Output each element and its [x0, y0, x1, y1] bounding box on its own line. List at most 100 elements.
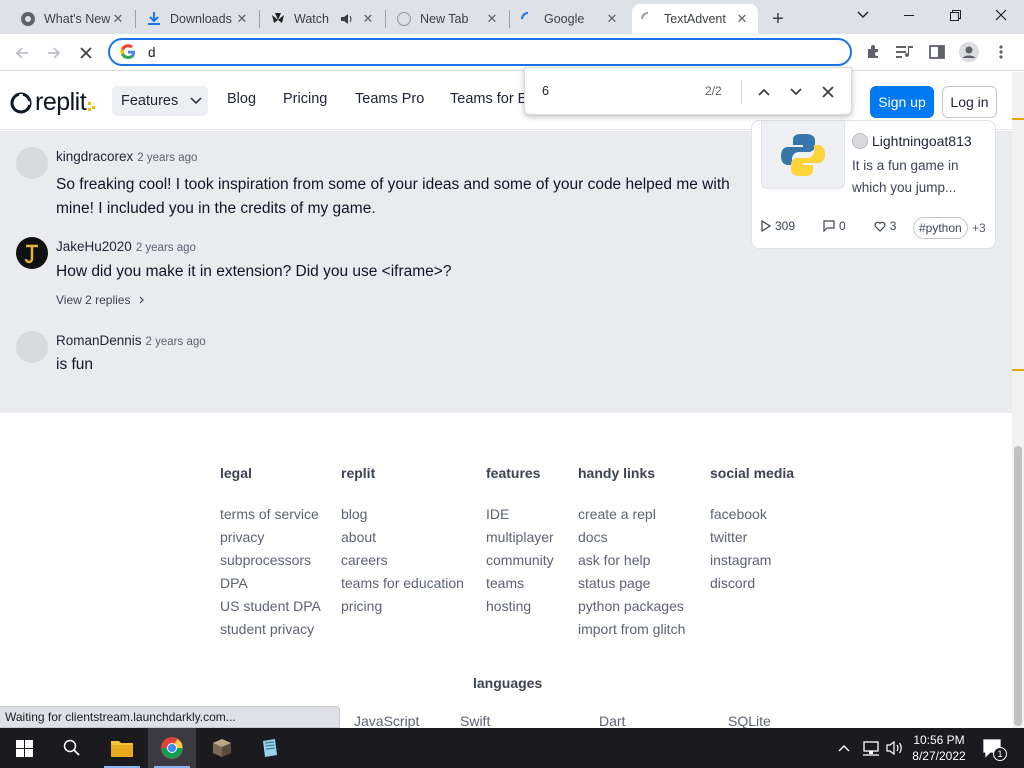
- language-link[interactable]: Swift: [460, 713, 490, 729]
- nav-blog[interactable]: Blog: [227, 91, 256, 107]
- view-replies-link[interactable]: View 2 replies: [56, 293, 146, 307]
- new-tab-button[interactable]: +: [764, 4, 792, 34]
- footer-link[interactable]: instagram: [710, 549, 794, 572]
- minimize-icon[interactable]: [886, 0, 932, 30]
- tag-python[interactable]: #python: [913, 217, 968, 239]
- nav-teams-for-education[interactable]: Teams for E: [450, 91, 527, 107]
- file-explorer-icon[interactable]: [98, 728, 146, 768]
- language-link[interactable]: Dart: [599, 713, 625, 729]
- footer-link[interactable]: subprocessors: [220, 549, 321, 572]
- chrome-taskbar-icon[interactable]: [148, 728, 196, 768]
- forward-icon[interactable]: [40, 39, 68, 67]
- language-link[interactable]: JavaScript: [354, 713, 419, 729]
- footer-link[interactable]: teams for education: [341, 572, 464, 595]
- footer-link[interactable]: twitter: [710, 526, 794, 549]
- like-count[interactable]: 3: [874, 219, 911, 233]
- profile-icon[interactable]: [958, 41, 980, 63]
- footer-link[interactable]: community: [486, 549, 554, 572]
- menu-kebab-icon[interactable]: [990, 41, 1012, 63]
- media-controls-icon[interactable]: [894, 41, 916, 63]
- side-panel-icon[interactable]: [926, 41, 948, 63]
- show-hidden-icons[interactable]: [838, 728, 850, 768]
- tab-new-tab[interactable]: New Tab ✕: [388, 4, 508, 34]
- close-window-icon[interactable]: [978, 0, 1024, 30]
- back-icon[interactable]: [8, 39, 36, 67]
- footer-link[interactable]: facebook: [710, 503, 794, 526]
- avatar[interactable]: [16, 331, 48, 363]
- tab-google[interactable]: Google ✕: [512, 4, 628, 34]
- replit-logo-icon: [10, 92, 32, 113]
- notifications-icon[interactable]: 1: [982, 728, 1007, 768]
- find-close-icon[interactable]: [816, 80, 840, 104]
- footer-link[interactable]: multiplayer: [486, 526, 554, 549]
- app-notepad-icon[interactable]: [246, 728, 294, 768]
- footer-link[interactable]: status page: [578, 572, 685, 595]
- scrollbar-thumb[interactable]: [1014, 446, 1022, 726]
- close-icon[interactable]: ✕: [484, 11, 500, 27]
- address-bar[interactable]: d: [108, 38, 852, 66]
- extensions-icon[interactable]: [862, 41, 884, 63]
- signup-button[interactable]: Sign up: [870, 86, 934, 118]
- related-repl-card[interactable]: Lightningoat813 It is a fun game in whic…: [751, 120, 996, 249]
- tab-watch[interactable]: Watch ✕: [262, 4, 384, 34]
- tab-textadventure-active[interactable]: TextAdvent ✕: [632, 4, 758, 34]
- comment-username[interactable]: JakeHu2020: [56, 239, 132, 254]
- footer-link[interactable]: python packages: [578, 595, 685, 618]
- footer-link[interactable]: discord: [710, 572, 794, 595]
- tab-title: What's New: [44, 12, 110, 26]
- search-icon[interactable]: [48, 728, 96, 768]
- comment-username[interactable]: RomanDennis: [56, 333, 142, 348]
- avatar[interactable]: [16, 147, 48, 179]
- footer-link[interactable]: teams: [486, 572, 554, 595]
- repl-author[interactable]: Lightningoat813: [852, 133, 972, 149]
- vertical-scrollbar[interactable]: [1012, 72, 1024, 728]
- network-icon[interactable]: [862, 728, 880, 768]
- footer-link[interactable]: pricing: [341, 595, 464, 618]
- find-input[interactable]: 6: [542, 84, 549, 98]
- repl-author-name: Lightningoat813: [872, 133, 972, 149]
- tab-downloads[interactable]: Downloads ✕: [138, 4, 258, 34]
- footer-link[interactable]: privacy: [220, 526, 321, 549]
- tab-search-icon[interactable]: [840, 0, 886, 30]
- login-button[interactable]: Log in: [942, 86, 997, 118]
- footer-link[interactable]: student privacy: [220, 618, 321, 641]
- close-icon[interactable]: ✕: [110, 11, 126, 27]
- footer-link[interactable]: US student DPA: [220, 595, 321, 618]
- footer-link[interactable]: create a repl: [578, 503, 685, 526]
- nav-features-dropdown[interactable]: Features: [112, 86, 208, 116]
- system-clock[interactable]: 10:56 PM 8/27/2022: [904, 732, 974, 764]
- nav-teams-pro[interactable]: Teams Pro: [355, 91, 424, 107]
- comment-header: JakeHu2020 2 years ago: [56, 239, 196, 254]
- restore-icon[interactable]: [932, 0, 978, 30]
- replit-logo[interactable]: replit: [10, 88, 98, 117]
- footer-link[interactable]: about: [341, 526, 464, 549]
- footer-link[interactable]: IDE: [486, 503, 554, 526]
- footer-link[interactable]: DPA: [220, 572, 321, 595]
- footer-link[interactable]: ask for help: [578, 549, 685, 572]
- close-icon[interactable]: ✕: [604, 11, 620, 27]
- close-icon[interactable]: ✕: [234, 11, 250, 27]
- footer-link[interactable]: hosting: [486, 595, 554, 618]
- more-tags[interactable]: +3: [972, 221, 986, 235]
- avatar[interactable]: [16, 237, 48, 269]
- language-link[interactable]: SQLite: [728, 713, 771, 729]
- close-icon[interactable]: ✕: [734, 11, 750, 27]
- clock-date: 8/27/2022: [912, 749, 966, 763]
- comment-username[interactable]: kingdracorex: [56, 149, 133, 164]
- find-previous-icon[interactable]: [752, 80, 776, 104]
- close-icon[interactable]: ✕: [360, 11, 376, 27]
- stop-loading-icon[interactable]: [72, 39, 100, 67]
- tab-whats-new[interactable]: What's New ✕: [12, 4, 134, 34]
- footer-link[interactable]: docs: [578, 526, 685, 549]
- volume-icon[interactable]: [886, 728, 904, 768]
- find-next-icon[interactable]: [784, 80, 808, 104]
- speaker-icon[interactable]: [340, 11, 354, 27]
- windows-start-icon[interactable]: [0, 728, 48, 768]
- divider: [741, 80, 742, 104]
- footer-link[interactable]: import from glitch: [578, 618, 685, 641]
- nav-pricing[interactable]: Pricing: [283, 91, 327, 107]
- app-cube-icon[interactable]: [198, 728, 246, 768]
- footer-link[interactable]: careers: [341, 549, 464, 572]
- footer-link[interactable]: blog: [341, 503, 464, 526]
- footer-link[interactable]: terms of service: [220, 503, 321, 526]
